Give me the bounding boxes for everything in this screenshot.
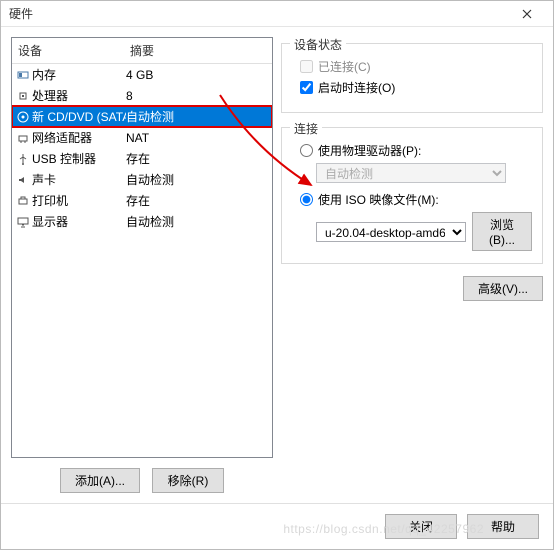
use-iso-row[interactable]: 使用 ISO 映像文件(M): — [300, 191, 532, 208]
iso-row: u-20.04-desktop-amd64.iso 浏览(B)... — [316, 212, 532, 251]
use-iso-radio[interactable] — [300, 193, 313, 206]
close-dialog-button[interactable]: 关闭 — [385, 514, 457, 539]
row-display[interactable]: 显示器 自动检测 — [12, 211, 272, 232]
physical-drive-select: 自动检测 — [316, 163, 506, 183]
add-button[interactable]: 添加(A)... — [60, 468, 140, 493]
memory-icon — [16, 69, 30, 81]
remove-button[interactable]: 移除(R) — [152, 468, 224, 493]
display-icon — [16, 216, 30, 228]
close-icon — [522, 9, 532, 19]
cpu-icon — [16, 90, 30, 102]
row-processor[interactable]: 处理器 8 — [12, 85, 272, 106]
right-panel: 设备状态 已连接(C) 启动时连接(O) 连接 使用物理驱动器(P): — [281, 37, 543, 503]
row-usb[interactable]: USB 控制器 存在 — [12, 148, 272, 169]
close-button[interactable] — [509, 2, 545, 26]
row-sound[interactable]: 声卡 自动检测 — [12, 169, 272, 190]
physical-select-wrap: 自动检测 — [316, 163, 532, 183]
window-title: 硬件 — [9, 5, 509, 22]
disc-icon — [16, 111, 30, 123]
usb-icon — [16, 153, 30, 165]
col-summary-header[interactable]: 摘要 — [124, 38, 272, 63]
use-physical-radio[interactable] — [300, 144, 313, 157]
connected-checkbox — [300, 60, 313, 73]
connected-label: 已连接(C) — [318, 58, 371, 75]
hardware-dialog: 硬件 设备 摘要 内存 4 GB 处理 — [0, 0, 554, 550]
printer-icon — [16, 195, 30, 207]
left-panel: 设备 摘要 内存 4 GB 处理器 8 — [11, 37, 273, 503]
left-buttons: 添加(A)... 移除(R) — [11, 458, 273, 503]
use-physical-row[interactable]: 使用物理驱动器(P): — [300, 142, 532, 159]
browse-button[interactable]: 浏览(B)... — [472, 212, 532, 251]
connect-on-power-label: 启动时连接(O) — [318, 79, 395, 96]
device-status-group: 设备状态 已连接(C) 启动时连接(O) — [281, 43, 543, 113]
use-physical-label: 使用物理驱动器(P): — [318, 142, 421, 159]
list-body: 内存 4 GB 处理器 8 新 CD/DVD (SATA) 自动检测 — [12, 64, 272, 457]
device-list: 设备 摘要 内存 4 GB 处理器 8 — [11, 37, 273, 458]
connection-group: 连接 使用物理驱动器(P): 自动检测 使用 ISO 映像文件(M): — [281, 127, 543, 264]
help-button[interactable]: 帮助 — [467, 514, 539, 539]
row-network[interactable]: 网络适配器 NAT — [12, 127, 272, 148]
connect-on-power-checkbox[interactable] — [300, 81, 313, 94]
advanced-button[interactable]: 高级(V)... — [463, 276, 543, 301]
row-cddvd[interactable]: 新 CD/DVD (SATA) 自动检测 — [12, 106, 272, 127]
list-header: 设备 摘要 — [12, 38, 272, 64]
device-status-title: 设备状态 — [290, 36, 346, 53]
row-printer[interactable]: 打印机 存在 — [12, 190, 272, 211]
connect-on-power-row[interactable]: 启动时连接(O) — [300, 79, 532, 96]
connected-checkbox-row: 已连接(C) — [300, 58, 532, 75]
titlebar: 硬件 — [1, 1, 553, 27]
connection-title: 连接 — [290, 120, 322, 137]
content-area: 设备 摘要 内存 4 GB 处理器 8 — [1, 27, 553, 503]
network-icon — [16, 132, 30, 144]
sound-icon — [16, 174, 30, 186]
row-memory[interactable]: 内存 4 GB — [12, 64, 272, 85]
dialog-footer: 关闭 帮助 — [1, 503, 553, 549]
col-device-header[interactable]: 设备 — [12, 38, 124, 63]
iso-file-select[interactable]: u-20.04-desktop-amd64.iso — [316, 222, 466, 242]
use-iso-label: 使用 ISO 映像文件(M): — [318, 191, 439, 208]
advanced-row: 高级(V)... — [281, 276, 543, 301]
